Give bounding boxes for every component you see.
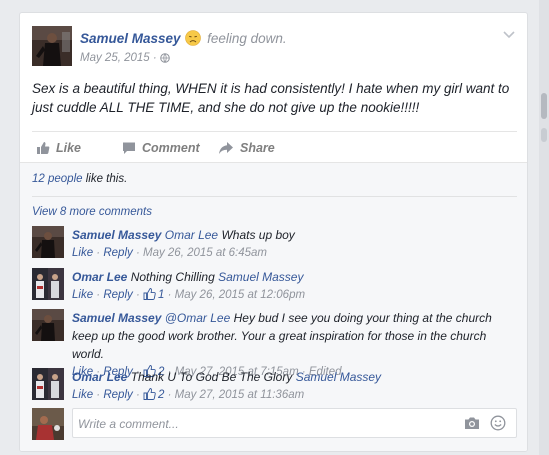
- comment-mention[interactable]: Samuel Massey: [218, 270, 303, 284]
- likes-people-link[interactable]: 12 people: [32, 173, 83, 185]
- commenter-avatar[interactable]: [32, 368, 64, 400]
- share-button[interactable]: Share: [218, 141, 275, 155]
- post-card: Samuel Massey feeling down. May 25, 2015…: [19, 12, 528, 452]
- commenter-avatar[interactable]: [32, 268, 64, 300]
- comment-button[interactable]: Comment: [122, 141, 200, 155]
- sad-emoji-icon: [185, 30, 202, 46]
- post-header: Samuel Massey feeling down. May 25, 2015…: [20, 13, 527, 83]
- comment-text: Nothing Chilling: [130, 270, 215, 284]
- comment-like-link[interactable]: Like: [72, 389, 93, 401]
- comment-input-placeholder: Write a comment...: [78, 417, 179, 431]
- comment-meta: Like · Reply · May 26, 2015 at 6:45am: [72, 247, 268, 259]
- thumbs-up-icon: [143, 288, 156, 300]
- scrollbar-thumb[interactable]: [541, 128, 547, 142]
- author-avatar[interactable]: [32, 26, 72, 66]
- comment-author[interactable]: Samuel Massey: [72, 228, 161, 242]
- comment-time[interactable]: May 26, 2015 at 6:45am: [143, 247, 267, 259]
- comment-likes-count[interactable]: 1: [143, 288, 165, 301]
- comment-time[interactable]: May 26, 2015 at 12:06pm: [175, 289, 305, 301]
- comment-body: Omar Lee Nothing Chilling Samuel Massey …: [72, 268, 512, 304]
- commenter-avatar[interactable]: [32, 309, 64, 341]
- comment-like-link[interactable]: Like: [72, 289, 93, 301]
- smiley-icon[interactable]: [490, 415, 506, 431]
- comment-meta: Like · Reply · 1 · May 26, 2015 at 12:06…: [72, 288, 306, 301]
- post-meta: May 25, 2015 ·: [80, 52, 170, 64]
- comments-section: 12 people like this. View 8 more comment…: [20, 163, 527, 451]
- scrollbar-thumb[interactable]: [541, 93, 547, 119]
- comment-body: Omar Lee Thank U To God Be The Glory Sam…: [72, 368, 512, 404]
- current-user-avatar[interactable]: [32, 408, 64, 440]
- comment-text: Thank U To God Be The Glory: [130, 370, 293, 384]
- likes-count-text: 1: [157, 289, 165, 301]
- camera-icon[interactable]: [464, 416, 480, 430]
- likes-summary: 12 people like this.: [32, 173, 127, 185]
- comment-author[interactable]: Omar Lee: [72, 370, 127, 384]
- post-author-name[interactable]: Samuel Massey: [80, 31, 181, 46]
- comment-mention[interactable]: Omar Lee: [165, 228, 218, 242]
- share-label: Share: [240, 141, 275, 155]
- post-author-line: Samuel Massey feeling down.: [80, 30, 287, 46]
- comment-mention[interactable]: @Omar Lee: [165, 311, 231, 325]
- comment-input[interactable]: Write a comment...: [72, 408, 517, 438]
- comment-icon: [123, 142, 135, 154]
- commenter-avatar[interactable]: [32, 226, 64, 258]
- post-actions: Like Comment Share: [32, 131, 517, 164]
- comment-reply-link[interactable]: Reply: [103, 389, 132, 401]
- post-feeling: feeling down.: [207, 31, 287, 46]
- comment-reply-link[interactable]: Reply: [103, 289, 132, 301]
- like-button[interactable]: Like: [36, 141, 81, 155]
- comment-likes-count[interactable]: 2: [143, 388, 165, 401]
- post-date[interactable]: May 25, 2015 ·: [80, 52, 157, 64]
- like-label: Like: [56, 141, 82, 155]
- comment-label: Comment: [142, 141, 200, 155]
- globe-icon[interactable]: [160, 53, 170, 63]
- comment-time[interactable]: May 27, 2015 at 11:36am: [175, 389, 305, 401]
- scrollbar[interactable]: [539, 0, 549, 455]
- like-icon: [37, 142, 50, 154]
- post-text: Sex is a beautiful thing, WHEN it is had…: [32, 81, 510, 115]
- comment-reply-link[interactable]: Reply: [103, 247, 132, 259]
- likes-suffix: like this.: [85, 173, 128, 185]
- comment-author[interactable]: Omar Lee: [72, 270, 127, 284]
- comment-like-link[interactable]: Like: [72, 247, 93, 259]
- likes-count-text: 2: [157, 389, 165, 401]
- share-icon: [219, 142, 233, 154]
- comment-mention[interactable]: Samuel Massey: [296, 370, 381, 384]
- comment-meta: Like · Reply · 2 · May 27, 2015 at 11:36…: [72, 388, 305, 401]
- comment-author[interactable]: Samuel Massey: [72, 311, 161, 325]
- view-more-comments-link[interactable]: View 8 more comments: [32, 206, 152, 218]
- comment-text: Whats up boy: [221, 228, 295, 242]
- divider: [32, 196, 517, 197]
- comment-body: Samuel Massey Omar Lee Whats up boy Like…: [72, 226, 512, 262]
- thumbs-up-icon: [143, 388, 156, 400]
